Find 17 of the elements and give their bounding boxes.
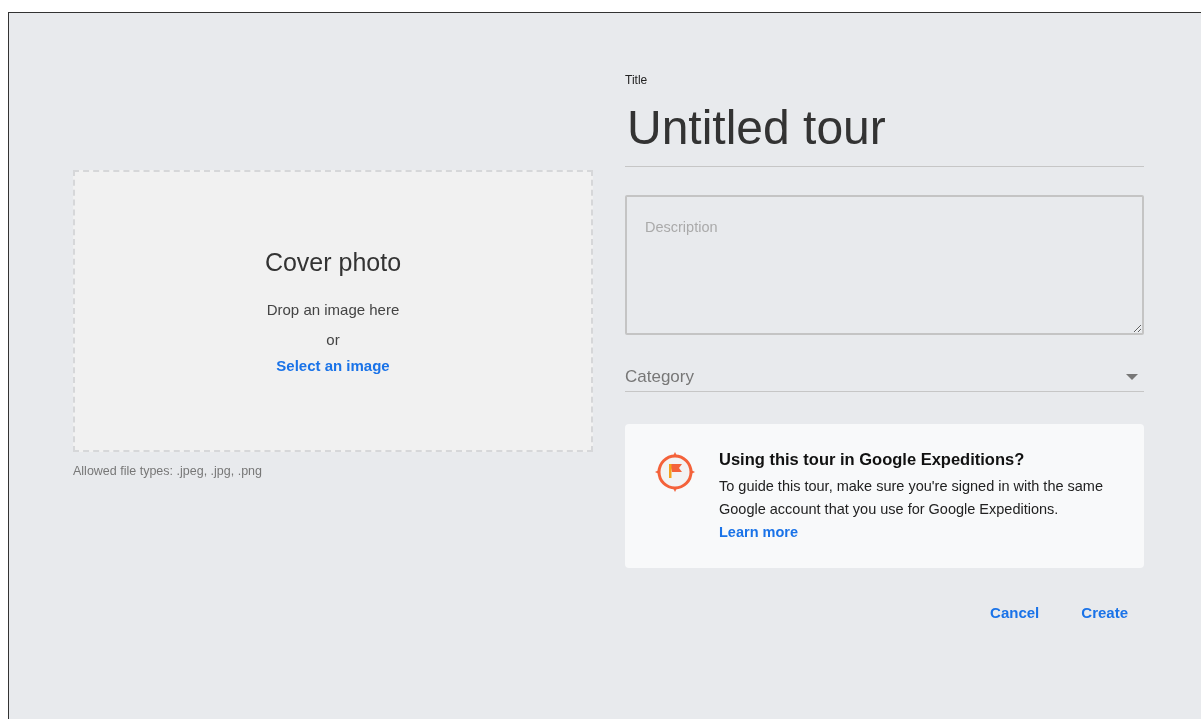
learn-more-link[interactable]: Learn more bbox=[719, 524, 798, 540]
drop-hint: Drop an image here bbox=[266, 300, 400, 320]
allowed-types-note: Allowed file types: .jpeg, .jpg, .png bbox=[73, 464, 263, 478]
drop-zone-heading: Cover photo bbox=[264, 248, 402, 277]
separator-text: or bbox=[326, 330, 340, 350]
cancel-button[interactable]: Cancel bbox=[974, 596, 1056, 629]
description-field[interactable]: Description bbox=[625, 195, 1144, 335]
title-label: Title bbox=[625, 73, 649, 87]
select-image-link[interactable]: Select an image bbox=[276, 357, 390, 374]
dropdown-caret-icon bbox=[1126, 374, 1138, 380]
category-label: Category bbox=[625, 367, 694, 387]
image-drop-zone[interactable]: Cover photo Drop an image here or Select an image bbox=[73, 170, 593, 452]
info-card-heading: Using this tour in Google Expeditions? bbox=[719, 450, 1026, 469]
create-button[interactable]: Create bbox=[1065, 596, 1144, 629]
info-card-text: To guide this tour, make sure you're signed in with the same Google account that you use for Google Expeditions. Learn more bbox=[719, 477, 1104, 542]
title-input[interactable]: Untitled tour bbox=[625, 87, 1144, 167]
category-dropdown[interactable]: Category bbox=[625, 367, 1144, 392]
